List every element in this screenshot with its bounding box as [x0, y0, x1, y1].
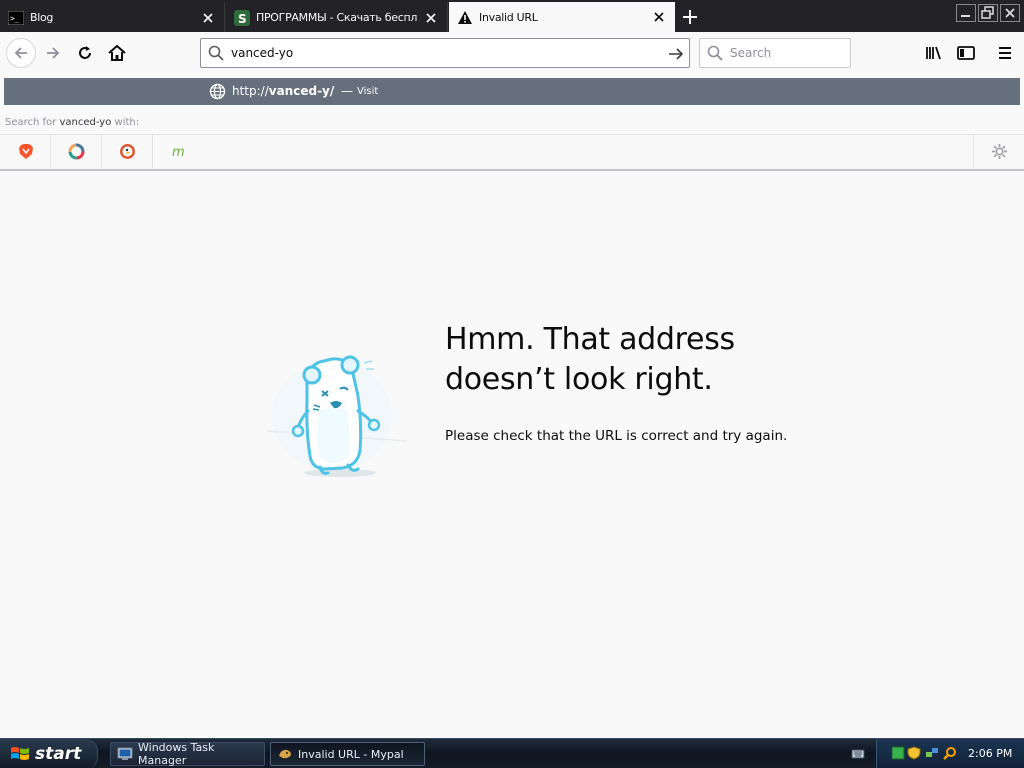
restore-window-button[interactable] [978, 4, 998, 22]
brave-icon [18, 144, 33, 159]
task-invalid-url-mypal[interactable]: Invalid URL - Mypal [270, 742, 425, 766]
reload-icon [79, 46, 91, 59]
shield-icon[interactable] [907, 746, 921, 760]
reload-button[interactable] [72, 40, 98, 66]
close-tab-icon[interactable] [200, 10, 216, 26]
library-button[interactable] [921, 40, 947, 66]
home-button[interactable] [104, 40, 130, 66]
search-engines-bar: m [0, 134, 1024, 168]
home-icon [108, 45, 126, 61]
forward-arrow-icon [47, 47, 60, 59]
error-mascot-illustration [266, 355, 408, 477]
suggestion-url: http://vanced-y/ [232, 84, 335, 98]
search-engine-brave[interactable] [1, 135, 51, 168]
sidebar-icon [957, 46, 975, 60]
tab-programs[interactable]: S ПРОГРАММЫ - Скачать бесплатн [226, 3, 448, 32]
minimize-window-button[interactable] [956, 4, 976, 22]
windows-logo-icon [11, 747, 29, 760]
search-engine-qwant[interactable] [52, 135, 102, 168]
s-logo-icon: S [234, 9, 250, 26]
task-windows-task-manager[interactable]: Windows Task Manager [110, 741, 265, 767]
plus-icon [683, 10, 697, 24]
navigation-toolbar [0, 32, 1024, 73]
tab-invalid-url[interactable]: Invalid URL [449, 2, 675, 32]
hamburger-menu-icon [999, 47, 1011, 59]
tab-blog[interactable]: >_ Blog [0, 3, 225, 32]
url-bar[interactable] [200, 38, 690, 68]
sidebar-toggle-button[interactable] [953, 40, 979, 66]
library-icon [926, 46, 941, 60]
svg-text:>_: >_ [10, 14, 20, 23]
clock: 2:06 PM [968, 747, 1013, 760]
search-term: vanced-yo [59, 117, 112, 128]
search-icon [700, 45, 730, 61]
task-manager-icon [117, 747, 133, 760]
url-autocomplete-popup: http://vanced-y/ — Visit Search for vanc… [0, 73, 1024, 171]
search-tool-icon[interactable] [943, 746, 957, 760]
mypal-icon [279, 749, 291, 759]
tab-strip: >_ Blog S ПРОГРАММЫ - Скачать бесплатн I… [0, 0, 1024, 32]
start-button[interactable]: start [0, 739, 98, 768]
restore-icon [978, 4, 998, 22]
search-bar[interactable] [699, 38, 851, 68]
close-tab-icon[interactable] [423, 10, 439, 26]
forward-button[interactable] [40, 40, 66, 66]
url-suggestion-row[interactable]: http://vanced-y/ — Visit [4, 78, 1020, 105]
task-label: Invalid URL - Mypal [298, 747, 404, 761]
network-icon[interactable] [925, 746, 939, 760]
gear-icon [991, 144, 1007, 159]
globe-icon [209, 83, 226, 100]
suggestion-action-label: Visit [357, 86, 379, 97]
search-engine-duckduckgo[interactable] [103, 135, 153, 168]
start-label: start [35, 744, 82, 764]
svg-text:m: m [172, 145, 185, 158]
close-icon [1000, 4, 1020, 22]
task-label: Windows Task Manager [138, 741, 215, 767]
keyboard-icon[interactable] [851, 747, 865, 761]
tab-label: Invalid URL [479, 10, 538, 24]
search-input[interactable] [730, 46, 840, 60]
svg-text:S: S [238, 12, 246, 26]
suggestion-separator: — [341, 84, 353, 98]
minimize-icon [956, 4, 976, 22]
system-tray: 2:06 PM [876, 739, 1024, 768]
tab-label: ПРОГРАММЫ - Скачать бесплатн [256, 11, 417, 24]
windows-taskbar: start Windows Task Manager Invalid URL -… [0, 738, 1024, 768]
search-icon [201, 45, 231, 61]
back-button[interactable] [6, 38, 36, 68]
warning-icon [457, 9, 473, 25]
mail-search-icon: m [172, 145, 185, 158]
error-description: Please check that the URL is correct and… [445, 428, 788, 444]
search-engine-mail[interactable]: m [154, 135, 204, 168]
qwant-icon [68, 143, 85, 160]
new-tab-button[interactable] [679, 6, 701, 28]
search-settings-button[interactable] [973, 135, 1024, 168]
close-tab-icon[interactable] [651, 9, 667, 25]
green-square-icon[interactable] [891, 746, 905, 760]
error-page: Hmm. That address doesn’t look right. Pl… [0, 171, 1024, 738]
duckduckgo-icon [120, 144, 135, 159]
terminal-icon: >_ [8, 10, 24, 26]
error-title: Hmm. That address doesn’t look right. [445, 322, 735, 397]
search-for-label: Search for vanced-yo with: [5, 117, 140, 128]
tab-label: Blog [30, 11, 54, 24]
back-arrow-icon [14, 47, 27, 59]
menu-button[interactable] [992, 40, 1018, 66]
close-window-button[interactable] [1000, 4, 1020, 22]
url-input[interactable] [231, 46, 651, 60]
go-arrow-icon[interactable] [667, 45, 685, 63]
